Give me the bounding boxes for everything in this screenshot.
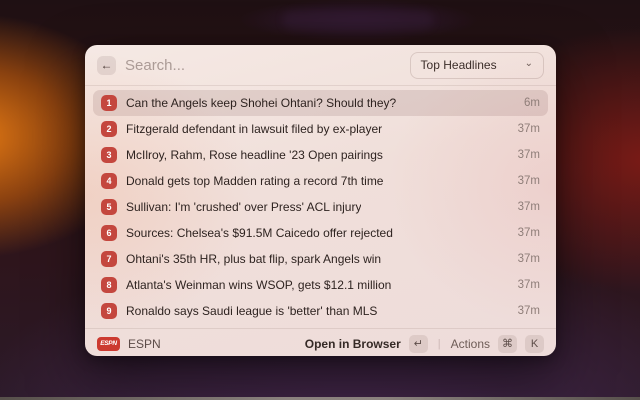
- headline-time: 37m: [518, 253, 540, 265]
- list-item[interactable]: 9 Ronaldo says Saudi league is 'better' t…: [93, 298, 548, 324]
- rank-badge: 3: [101, 147, 117, 163]
- k-key-badge: K: [525, 335, 544, 353]
- headline-time: 37m: [518, 279, 540, 291]
- headline-time: 37m: [518, 123, 540, 135]
- rank-badge: 8: [101, 277, 117, 293]
- app-name: ESPN: [128, 337, 161, 351]
- open-in-browser-action[interactable]: Open in Browser: [305, 337, 401, 351]
- list-item[interactable]: 4 Donald gets top Madden rating a record …: [93, 168, 548, 194]
- search-bar: ← Top Headlines ⌄: [85, 45, 556, 85]
- rank-badge: 5: [101, 199, 117, 215]
- headline-title: Sources: Chelsea's $91.5M Caicedo offer …: [126, 226, 393, 240]
- list-item[interactable]: 8 Atlanta's Weinman wins WSOP, gets $12.1…: [93, 272, 548, 298]
- headline-time: 37m: [518, 175, 540, 187]
- headline-title: Can the Angels keep Shohei Ohtani? Shoul…: [126, 96, 396, 110]
- espn-logo-icon: ESPN: [97, 337, 120, 351]
- footer-bar: ESPN ESPN Open in Browser ↵ | Actions ⌘ …: [85, 329, 556, 358]
- list-item[interactable]: 1 Can the Angels keep Shohei Ohtani? Shou…: [93, 90, 548, 116]
- headline-title: Sullivan: I'm 'crushed' over Press' ACL …: [126, 200, 361, 214]
- dropdown-value: Top Headlines: [421, 58, 497, 72]
- wallpaper-blur-blob: [283, 12, 433, 28]
- actions-menu-button[interactable]: Actions: [451, 337, 490, 351]
- rank-badge: 2: [101, 121, 117, 137]
- back-button[interactable]: ←: [97, 56, 116, 75]
- list-item[interactable]: 2 Fitzgerald defendant in lawsuit filed b…: [93, 116, 548, 142]
- list-item[interactable]: 6 Sources: Chelsea's $91.5M Caicedo offer…: [93, 220, 548, 246]
- rank-badge: 6: [101, 225, 117, 241]
- headline-time: 37m: [518, 149, 540, 161]
- headline-time: 37m: [518, 227, 540, 239]
- return-key-badge: ↵: [409, 335, 428, 353]
- headline-list: 1 Can the Angels keep Shohei Ohtani? Shou…: [85, 86, 556, 328]
- headline-time: 6m: [524, 97, 540, 109]
- headline-time: 37m: [518, 305, 540, 317]
- headline-title: Ohtani's 35th HR, plus bat flip, spark A…: [126, 252, 381, 266]
- rank-badge: 4: [101, 173, 117, 189]
- search-input[interactable]: [125, 57, 401, 74]
- headline-title: Fitzgerald defendant in lawsuit filed by…: [126, 122, 382, 136]
- launcher-window: ← Top Headlines ⌄ 1 Can the Angels keep S…: [85, 45, 556, 356]
- headline-title: Ronaldo says Saudi league is 'better' th…: [126, 304, 377, 318]
- headlines-filter-dropdown[interactable]: Top Headlines ⌄: [410, 52, 544, 79]
- headline-time: 37m: [518, 201, 540, 213]
- rank-badge: 9: [101, 303, 117, 319]
- list-item[interactable]: 3 McIlroy, Rahm, Rose headline '23 Open p…: [93, 142, 548, 168]
- headline-title: Donald gets top Madden rating a record 7…: [126, 174, 383, 188]
- rank-badge: 7: [101, 251, 117, 267]
- list-item[interactable]: 7 Ohtani's 35th HR, plus bat flip, spark …: [93, 246, 548, 272]
- rank-badge: 1: [101, 95, 117, 111]
- list-item[interactable]: 5 Sullivan: I'm 'crushed' over Press' ACL…: [93, 194, 548, 220]
- headline-title: Atlanta's Weinman wins WSOP, gets $12.1 …: [126, 278, 391, 292]
- back-arrow-icon: ←: [101, 58, 113, 72]
- headline-title: McIlroy, Rahm, Rose headline '23 Open pa…: [126, 148, 383, 162]
- chevron-down-icon: ⌄: [525, 58, 533, 69]
- footer-divider-glyph: |: [438, 338, 441, 350]
- command-key-badge: ⌘: [498, 335, 517, 353]
